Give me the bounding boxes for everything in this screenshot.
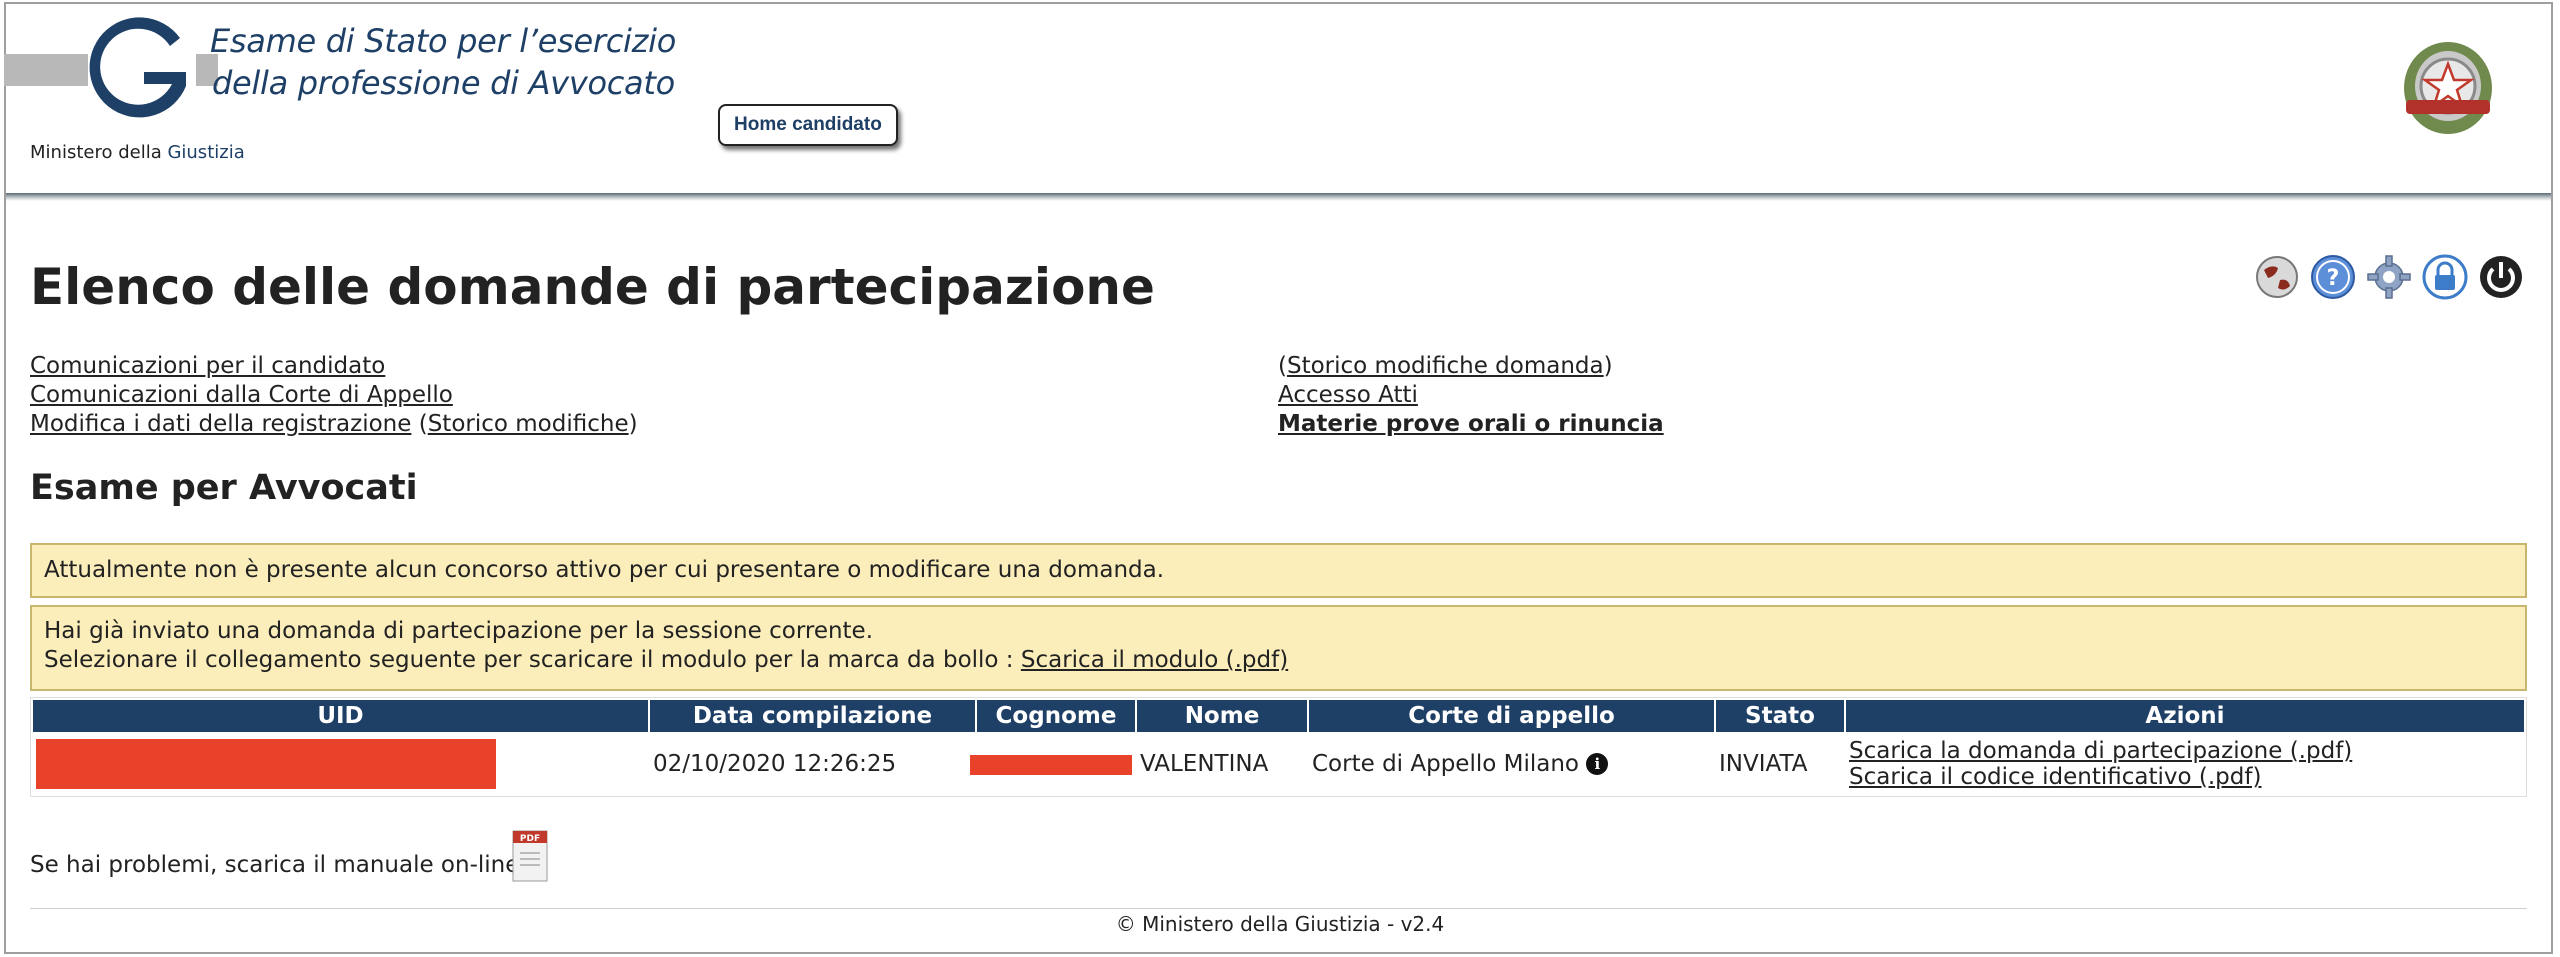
table-row: 02/10/2020 12:26:25 VALENTINA Corte di A…	[33, 734, 2524, 794]
pdf-icon-label: PDF	[520, 834, 540, 844]
info-icon[interactable]: i	[1586, 753, 1609, 775]
link-storico-modifiche[interactable]: Storico modifiche	[428, 411, 629, 437]
manual-text: Se hai problemi, scarica il manuale on-l…	[30, 852, 520, 878]
cell-nome: VALENTINA	[1140, 751, 1269, 777]
lock-icon[interactable]	[2422, 254, 2468, 300]
cell-cognome	[970, 734, 1135, 794]
ministry-g-logo-icon	[89, 17, 186, 118]
notice-no-active-contest: Attualmente non è presente alcun concors…	[30, 543, 2527, 598]
power-icon[interactable]	[2478, 254, 2524, 300]
header-title-line1: Esame di Stato per l’esercizio	[210, 22, 677, 60]
column-header-stato: Stato	[1716, 700, 1844, 732]
links-right: (Storico modifiche domanda) Accesso Atti…	[1278, 353, 1664, 437]
link-comunicazioni-candidato[interactable]: Comunicazioni per il candidato	[30, 353, 385, 379]
toolbar: ?	[2254, 254, 2524, 300]
globe-icon[interactable]	[2254, 254, 2300, 300]
link-modifica-dati[interactable]: Modifica i dati della registrazione	[30, 411, 411, 437]
column-header-data: Data compilazione	[650, 700, 975, 732]
link-storico-modifiche-domanda[interactable]: Storico modifiche domanda	[1287, 353, 1604, 379]
footer-copyright: © Ministero della Giustizia - v2.4	[1115, 912, 1445, 936]
cell-uid	[33, 734, 648, 794]
cell-corte: Corte di Appello Milano i	[1309, 734, 1714, 794]
header-divider	[6, 193, 2551, 201]
pdf-manual-icon[interactable]: PDF	[512, 830, 548, 882]
column-header-azioni: Azioni	[1846, 700, 2524, 732]
settings-gear-icon[interactable]	[2366, 254, 2412, 300]
header-decoration-bar	[4, 54, 88, 86]
corte-name: Corte di Appello Milano	[1312, 751, 1579, 777]
cell-stato: INVIATA	[1719, 751, 1808, 777]
link-accesso-atti[interactable]: Accesso Atti	[1278, 382, 1418, 408]
help-icon[interactable]: ?	[2310, 254, 2356, 300]
cell-data-compilazione: 02/10/2020 12:26:25	[653, 751, 897, 777]
column-header-corte: Corte di appello	[1309, 700, 1714, 732]
notice-sent-application: Hai già inviato una domanda di partecipa…	[30, 605, 2527, 691]
notice-text: Hai già inviato una domanda di partecipa…	[44, 618, 874, 644]
link-comunicazioni-corte[interactable]: Comunicazioni dalla Corte di Appello	[30, 382, 453, 408]
ministry-name: Ministero della Giustizia	[30, 142, 245, 163]
column-header-cognome: Cognome	[977, 700, 1135, 732]
download-codice-link[interactable]: Scarica il codice identificativo (.pdf)	[1849, 764, 2261, 790]
link-materie-prove-orali[interactable]: Materie prove orali o rinuncia	[1278, 411, 1664, 437]
republic-emblem-icon	[2404, 42, 2492, 134]
home-candidato-button[interactable]: Home candidato	[718, 104, 898, 146]
applications-table: UID Data compilazione Cognome Nome Corte…	[30, 697, 2527, 797]
links-left: Comunicazioni per il candidato Comunicaz…	[30, 353, 638, 437]
redacted-uid	[36, 739, 496, 789]
footer-divider	[30, 908, 2527, 909]
table-header-row: UID Data compilazione Cognome Nome Corte…	[33, 700, 2524, 732]
download-domanda-link[interactable]: Scarica la domanda di partecipazione (.p…	[1849, 738, 2352, 764]
section-title: Esame per Avvocati	[30, 468, 418, 508]
download-bollo-link[interactable]: Scarica il modulo (.pdf)	[1021, 647, 1288, 673]
page-title: Elenco delle domande di partecipazione	[30, 258, 1155, 316]
cell-azioni: Scarica la domanda di partecipazione (.p…	[1846, 734, 2524, 794]
notice-text: Selezionare il collegamento seguente per…	[44, 647, 1021, 673]
column-header-uid: UID	[33, 700, 648, 732]
svg-text:?: ?	[2327, 266, 2340, 291]
redacted-cognome	[970, 754, 1132, 775]
header-title-line2: della professione di Avvocato	[212, 64, 675, 102]
column-header-nome: Nome	[1137, 700, 1307, 732]
